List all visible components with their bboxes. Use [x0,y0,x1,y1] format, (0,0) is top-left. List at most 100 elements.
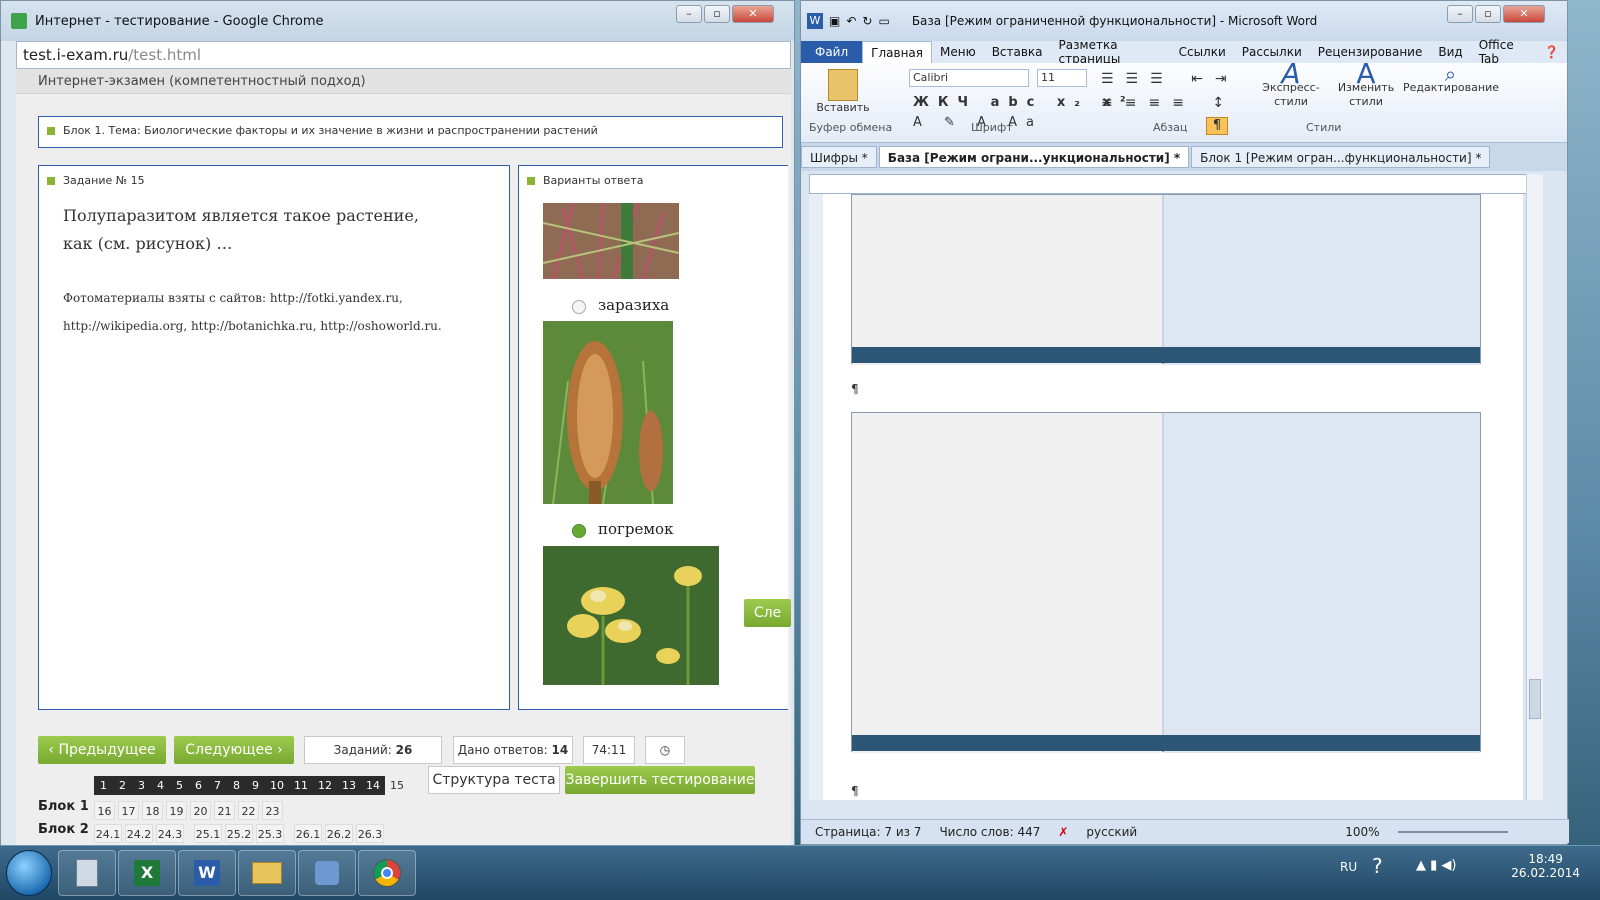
menu-insert[interactable]: Вставка [984,45,1051,59]
task-num[interactable]: 26.3 [356,824,384,843]
undo-icon[interactable]: ↶ [846,14,856,28]
clock[interactable]: 18:49 26.02.2014 [1511,852,1580,880]
task-num[interactable]: 25.3 [256,824,284,843]
status-words[interactable]: Число слов: 447 [939,825,1040,839]
task-num[interactable]: 24.1 [94,824,122,843]
task-num[interactable]: 17 [118,801,139,820]
font-size-select[interactable]: 11 [1037,69,1087,87]
help-tray-icon[interactable]: ? [1372,854,1383,878]
task-num[interactable]: 24.3 [156,824,184,843]
menu-references[interactable]: Ссылки [1171,45,1234,59]
finish-button[interactable]: Завершить тестирование [565,766,755,794]
align-buttons[interactable]: ≡≡≡≡ ↕ [1101,95,1236,111]
task-num[interactable]: 22 [238,801,259,820]
maximize-icon[interactable]: ▫ [704,5,730,23]
task-num[interactable]: 23 [262,801,283,820]
next-button[interactable]: Следующее › [174,736,294,764]
zoom-slider[interactable] [1397,830,1508,833]
task-num[interactable]: 10 [265,776,289,795]
task-num[interactable]: 26.1 [294,824,322,843]
scroll-thumb[interactable] [1529,679,1541,719]
start-button-icon[interactable] [6,850,52,896]
paste-button[interactable]: Вставить [813,69,873,114]
task-num[interactable]: 7 [208,776,227,795]
close-icon[interactable]: ✕ [1503,5,1545,23]
task-num[interactable]: 16 [94,801,115,820]
media-player-icon[interactable] [298,850,356,896]
clock-icon[interactable]: ◷ [645,736,685,764]
address-bar[interactable]: test.i-exam.ru/test.html [16,41,791,69]
task-num[interactable]: 25.2 [225,824,253,843]
editing-button[interactable]: ⌕ Редактирование [1403,62,1499,95]
keyboard-lang[interactable]: RU [1340,860,1357,874]
task-num[interactable]: 14 [361,776,385,795]
redo-icon[interactable]: ↻ [862,14,872,28]
task-num-current[interactable]: 15 [385,776,409,795]
maximize-icon[interactable]: ▫ [1475,5,1501,23]
show-marks-button[interactable]: ¶ [1206,117,1228,135]
task-num[interactable]: 8 [227,776,246,795]
close-icon[interactable]: ✕ [732,5,774,23]
spellcheck-icon[interactable]: ✗ [1058,825,1068,839]
task-num[interactable]: 21 [214,801,235,820]
doc-tab-2[interactable]: База [Режим ограни...ункциональности] * [878,146,1190,168]
minimize-icon[interactable]: – [676,5,702,23]
status-lang[interactable]: русский [1086,825,1137,839]
horizontal-ruler[interactable] [809,174,1534,194]
minimize-icon[interactable]: – [1447,5,1473,23]
next-side-button[interactable]: Сле [744,599,791,627]
help-icon[interactable]: ❓ [1536,45,1567,59]
option-radio-1[interactable] [572,300,586,314]
task-num[interactable]: 6 [189,776,208,795]
task-num[interactable]: 4 [151,776,170,795]
menu-file[interactable]: Файл [801,41,863,63]
task-num[interactable]: 2 [113,776,132,795]
vertical-scrollbar[interactable] [1526,174,1543,800]
word-taskbar-icon[interactable]: W [178,850,236,896]
option-radio-2[interactable] [572,524,586,538]
explorer-icon[interactable] [238,850,296,896]
doc-tab-3[interactable]: Блок 1 [Режим огран...функциональности] … [1191,146,1491,168]
embedded-chrome-thumb [852,413,1162,753]
change-styles-button[interactable]: A Изменить стили [1336,60,1396,109]
task-num[interactable]: 12 [313,776,337,795]
chrome-window: Интернет - тестирование - Google Chrome … [0,0,795,865]
menu-layout[interactable]: Разметка страницы [1051,38,1171,66]
task-num[interactable]: 24.2 [125,824,153,843]
document-page[interactable]: ¶ ¶ [823,194,1523,800]
chrome-titlebar[interactable]: Интернет - тестирование - Google Chrome … [1,1,794,41]
taskbar: X W RU ? ▲ ▮ ◀) 18:49 26.02.2014 [0,845,1600,900]
bullet-icon [527,177,535,185]
task-num[interactable]: 25.1 [194,824,222,843]
task-num[interactable]: 13 [337,776,361,795]
open-icon[interactable]: ▭ [878,14,889,28]
calculator-icon[interactable] [58,850,116,896]
task-num[interactable]: 18 [142,801,163,820]
menu-home[interactable]: Главная [862,41,932,63]
tray-icons[interactable]: ▲ ▮ ◀) [1416,858,1457,873]
task-num[interactable]: 26.2 [325,824,353,843]
task-num[interactable]: 9 [246,776,265,795]
zoom-level[interactable]: 100% [1345,825,1379,839]
save-icon[interactable]: ▣ [829,14,840,28]
binoculars-icon: ⌕ [1444,62,1457,86]
task-num[interactable]: 1 [94,776,113,795]
task-num[interactable]: 20 [190,801,211,820]
status-page[interactable]: Страница: 7 из 7 [815,825,921,839]
menu-view[interactable]: Вид [1430,45,1470,59]
font-name-select[interactable]: Calibri [909,69,1029,87]
doc-tab-1[interactable]: Шифры * [801,146,877,168]
task-num[interactable]: 5 [170,776,189,795]
structure-button[interactable]: Структура теста [428,766,560,794]
excel-icon[interactable]: X [118,850,176,896]
task-num[interactable]: 19 [166,801,187,820]
menu-menu[interactable]: Меню [932,45,984,59]
list-buttons[interactable]: ☰☰☰ ⇤⇥ [1101,71,1239,87]
word-titlebar[interactable]: W ▣ ↶ ↻ ▭ База [Режим ограниченной функц… [801,1,1567,41]
task-num[interactable]: 3 [132,776,151,795]
menu-officetab[interactable]: Office Tab [1471,38,1536,66]
quick-styles-button[interactable]: A Экспресс-стили [1256,60,1326,109]
prev-button[interactable]: ‹ Предыдущее [38,736,166,764]
chrome-taskbar-icon[interactable] [358,850,416,896]
task-num[interactable]: 11 [289,776,313,795]
